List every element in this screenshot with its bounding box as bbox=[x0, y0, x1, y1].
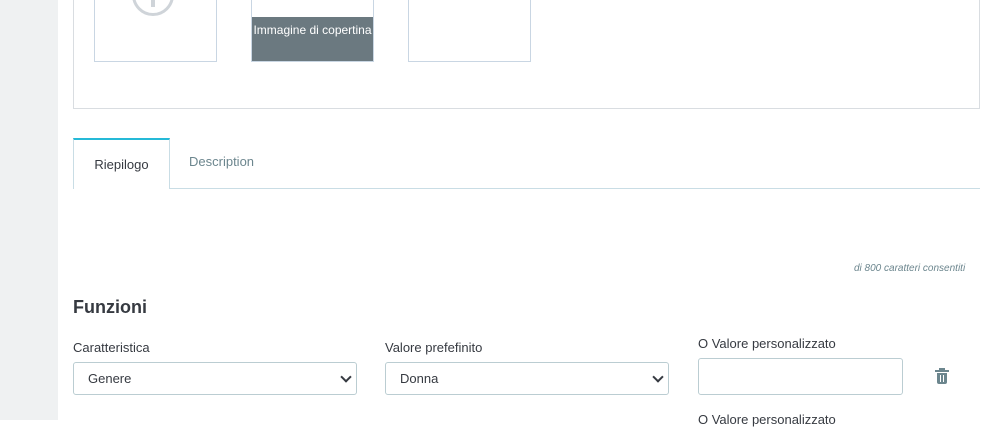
cover-image-badge: Immagine di copertina bbox=[252, 17, 373, 61]
feature-select[interactable]: Genere bbox=[73, 362, 357, 395]
tab-description[interactable]: Description bbox=[189, 154, 254, 169]
feature-select-value: Genere bbox=[88, 371, 132, 386]
chevron-down-icon bbox=[340, 371, 352, 383]
custom-value-label: O Valore personalizzato bbox=[698, 336, 836, 351]
image-thumbnail-cover[interactable]: Immagine di copertina bbox=[251, 0, 374, 62]
left-sidebar-gutter bbox=[0, 0, 58, 420]
custom-value-input[interactable] bbox=[698, 358, 903, 395]
trash-icon[interactable] bbox=[935, 368, 949, 385]
predefined-value-label: Valore prefefinito bbox=[385, 340, 483, 355]
tab-riepilogo[interactable]: Riepilogo bbox=[73, 138, 170, 189]
predefined-value-select-value: Donna bbox=[400, 371, 439, 386]
predefined-value-select[interactable]: Donna bbox=[385, 362, 669, 395]
features-section-title: Funzioni bbox=[73, 297, 147, 317]
tabs-divider bbox=[73, 188, 980, 189]
character-counter: di 800 caratteri consentiti bbox=[854, 263, 966, 274]
feature-label: Caratteristica bbox=[73, 340, 150, 355]
chevron-down-icon bbox=[652, 371, 664, 383]
image-thumbnail[interactable] bbox=[408, 0, 531, 62]
add-image-button[interactable] bbox=[94, 0, 217, 62]
plus-circle-icon bbox=[132, 0, 174, 16]
